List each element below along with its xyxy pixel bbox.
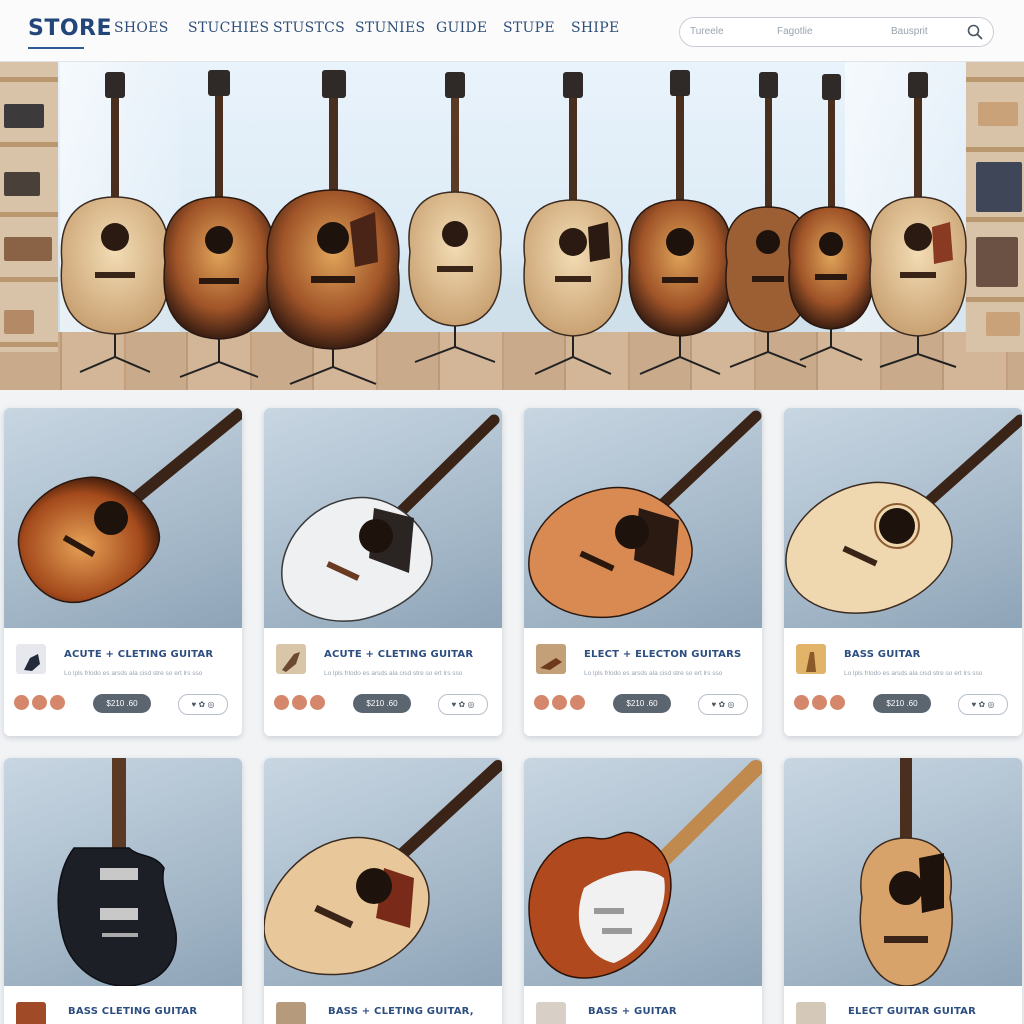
product-thumbnail[interactable] <box>16 644 46 674</box>
wishlist-button[interactable]: ♥ ✿ ◎ <box>438 694 488 715</box>
color-swatch[interactable] <box>830 695 845 710</box>
product-title[interactable]: ACUTE + CLETING GUITAR <box>324 649 473 660</box>
product-title[interactable]: BASS + GUITAR <box>588 1006 677 1017</box>
price-button[interactable]: $210 .60 <box>93 694 151 713</box>
search-filter-3[interactable]: Bausprit <box>891 26 928 37</box>
color-swatch[interactable] <box>50 695 65 710</box>
product-title[interactable]: ELECT + ELECTON GUITARS <box>584 649 741 660</box>
hero-guitar-5 <box>523 72 623 375</box>
product-image[interactable] <box>784 758 1022 986</box>
product-thumbnail[interactable] <box>796 1002 826 1024</box>
product-image[interactable] <box>524 408 762 628</box>
product-title[interactable]: ACUTE + CLETING GUITAR <box>64 649 213 660</box>
color-swatch[interactable] <box>794 695 809 710</box>
hero-guitar-8 <box>788 74 874 361</box>
search-icon[interactable] <box>965 22 985 42</box>
product-thumbnail[interactable] <box>16 1002 46 1024</box>
color-swatch[interactable] <box>14 695 29 710</box>
color-swatch[interactable] <box>32 695 47 710</box>
top-navigation: STORE SHOES STUCHIES STUSTCS STUNIES GUI… <box>0 0 1024 62</box>
nav-link-2[interactable]: STUCHIES <box>188 20 269 36</box>
search-input[interactable]: Tureele Fagotlie Bausprit <box>679 17 994 47</box>
price-button[interactable]: $210 .60 <box>613 694 671 713</box>
product-thumbnail[interactable] <box>276 1002 306 1024</box>
product-thumbnail[interactable] <box>276 644 306 674</box>
store-logo[interactable]: STORE <box>28 16 112 41</box>
product-description: Lo lpls frlodo es arsds ala cisd stre so… <box>324 670 463 677</box>
hero-banner <box>0 62 1024 390</box>
color-swatch[interactable] <box>292 695 307 710</box>
product-card[interactable]: ACUTE + CLETING GUITAR Lo lpls frlodo es… <box>264 408 502 736</box>
color-swatch[interactable] <box>552 695 567 710</box>
hero-guitar-6 <box>628 70 732 375</box>
nav-link-5[interactable]: GUIDE <box>436 20 487 36</box>
product-image[interactable] <box>264 758 502 986</box>
hero-guitar-9 <box>869 72 967 368</box>
product-card[interactable]: ELECT + ELECTON GUITARS Lo lpls frlodo e… <box>524 408 762 736</box>
hero-guitar-7 <box>725 72 811 368</box>
guitar-lineup-illustration <box>60 70 967 385</box>
product-thumbnail[interactable] <box>796 644 826 674</box>
wishlist-button[interactable]: ♥ ✿ ◎ <box>698 694 748 715</box>
product-image[interactable] <box>784 408 1022 628</box>
product-card[interactable]: ACUTE + CLETING GUITAR Lo lpls frlodo es… <box>4 408 242 736</box>
search-filter-2[interactable]: Fagotlie <box>777 26 813 37</box>
hero-guitar-3 <box>266 70 400 385</box>
wishlist-button[interactable]: ♥ ✿ ◎ <box>178 694 228 715</box>
color-swatch[interactable] <box>812 695 827 710</box>
hero-guitar-4 <box>408 72 502 363</box>
color-swatch[interactable] <box>534 695 549 710</box>
nav-link-4[interactable]: STUNIES <box>355 20 425 36</box>
color-swatch[interactable] <box>310 695 325 710</box>
product-image[interactable] <box>4 408 242 628</box>
wishlist-button[interactable]: ♥ ✿ ◎ <box>958 694 1008 715</box>
product-description: Lo lpls frlodo es arsds ala cisd stre so… <box>844 670 983 677</box>
hero-guitar-2 <box>163 70 275 378</box>
product-grid: ACUTE + CLETING GUITAR Lo lpls frlodo es… <box>0 390 1024 1024</box>
product-thumbnail[interactable] <box>536 1002 566 1024</box>
product-card[interactable]: BASS + CLETING GUITAR, <box>264 758 502 1024</box>
product-image[interactable] <box>524 758 762 986</box>
nav-link-3[interactable]: STUSTCS <box>273 20 345 36</box>
product-card[interactable]: BASS + GUITAR <box>524 758 762 1024</box>
product-title[interactable]: BASS CLETING GUITAR <box>68 1006 197 1017</box>
product-card[interactable]: BASS GUITAR Lo lpls frlodo es arsds ala … <box>784 408 1022 736</box>
product-title[interactable]: BASS + CLETING GUITAR, <box>328 1006 474 1017</box>
product-card[interactable]: ELECT GUITAR GUITAR <box>784 758 1022 1024</box>
product-image[interactable] <box>264 408 502 628</box>
nav-link-7[interactable]: SHIPE <box>571 20 619 36</box>
nav-link-1[interactable]: SHOES <box>114 20 169 36</box>
color-swatch[interactable] <box>570 695 585 710</box>
product-description: Lo lpls frlodo es arsds ala cisd stre so… <box>64 670 203 677</box>
product-title[interactable]: ELECT GUITAR GUITAR <box>848 1006 976 1017</box>
color-swatch[interactable] <box>274 695 289 710</box>
product-title[interactable]: BASS GUITAR <box>844 649 921 660</box>
hero-guitar-1 <box>60 72 170 373</box>
nav-link-6[interactable]: STUPE <box>503 20 555 36</box>
price-button[interactable]: $210 .60 <box>873 694 931 713</box>
search-filter-1[interactable]: Tureele <box>690 26 724 37</box>
product-image[interactable] <box>4 758 242 986</box>
product-card[interactable]: BASS CLETING GUITAR <box>4 758 242 1024</box>
logo-underline <box>28 47 84 49</box>
price-button[interactable]: $210 .60 <box>353 694 411 713</box>
product-thumbnail[interactable] <box>536 644 566 674</box>
product-description: Lo lpls frlodo es arsds ala cisd stre so… <box>584 670 723 677</box>
